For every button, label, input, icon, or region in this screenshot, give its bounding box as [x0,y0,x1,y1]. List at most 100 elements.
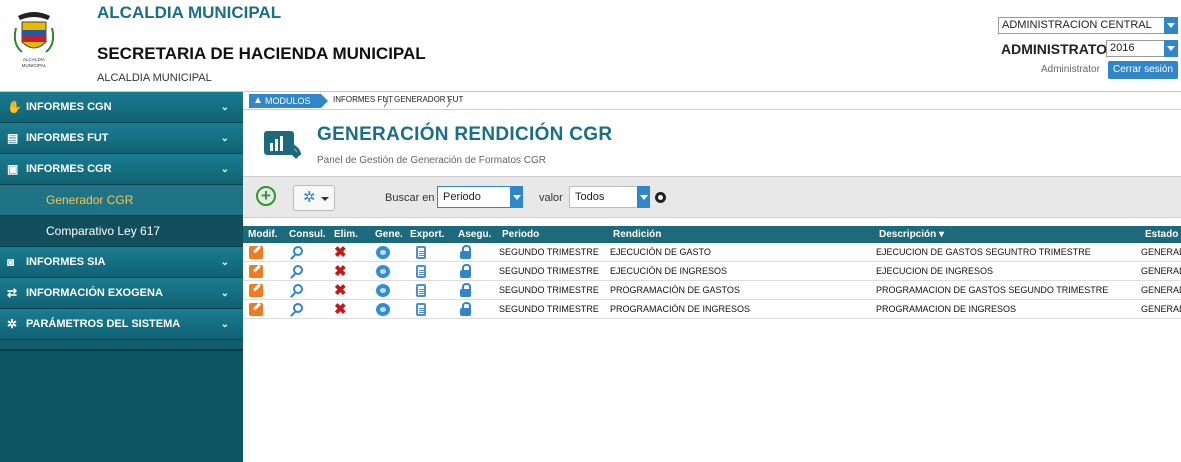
chevron-down-icon: ⌄ [220,164,229,175]
header-small-caption: ALCALDIA MUNICIPAL [97,72,212,84]
generate-icon[interactable] [376,265,390,278]
chevron-down-icon: ⌄ [220,257,229,268]
exchange-icon: ⇄ [7,286,18,300]
header-title: ALCALDIA MUNICIPAL [97,3,282,22]
col-export[interactable]: Export. [410,226,444,243]
export-icon[interactable] [416,284,426,297]
view-icon[interactable] [293,303,303,313]
search-go-icon[interactable] [655,192,666,203]
breadcrumb-separator-icon: 〉 [446,95,459,109]
logout-button[interactable]: Cerrar sesión [1108,61,1178,79]
col-modif[interactable]: Modif. [248,226,277,243]
cell-estado: GENERADO [1141,304,1181,314]
sidebar-item-informes-cgr[interactable]: ▣ INFORMES CGR ⌄ [0,154,243,185]
lock-icon[interactable] [460,283,471,297]
cell-estado: GENERADO [1141,285,1181,295]
table-row[interactable]: ✖ SEGUNDO TRIMESTRE EJECUCIÓN DE GASTO EJEC… [243,243,1181,262]
year-select-value: 2016 [1110,42,1135,54]
svg-text:ALCALDIA: ALCALDIA [23,57,46,62]
view-icon[interactable] [293,246,303,256]
gear-icon: ✲ [303,189,316,206]
cell-descripcion: PROGRAMACION DE INGRESOS [876,304,1017,314]
sidebar: ✋ INFORMES CGN ⌄ ▤ INFORMES FUT ⌄ ▣ INFO… [0,92,243,462]
sidebar-item-label: INFORMES CGR [26,163,112,175]
sidebar-item-label: INFORMES SIA [26,256,106,268]
sidebar-item-label: INFORMES FUT [26,132,109,144]
edit-icon[interactable] [249,303,263,316]
caret-down-icon [321,197,329,201]
search-field-value: Periodo [443,191,481,203]
sidebar-item-informes-cgn[interactable]: ✋ INFORMES CGN ⌄ [0,92,243,123]
value-select-value: Todos [575,191,605,203]
sidebar-item-informes-fut[interactable]: ▤ INFORMES FUT ⌄ [0,123,243,154]
cell-periodo: SEGUNDO TRIMESTRE [499,304,599,314]
search-field-select[interactable]: Periodo [437,186,523,208]
cell-rendicion: PROGRAMACIÓN DE GASTOS [610,285,740,295]
page-subtitle: Panel de Gestión de Generación de Format… [317,155,547,166]
settings-dropdown-button[interactable]: ✲ [293,185,335,211]
lock-icon[interactable] [460,245,471,259]
year-select[interactable]: 2016 [1106,40,1178,57]
cell-estado: GENERADO [1141,266,1181,276]
breadcrumb: ▲ MODULOS INFORMES FUT 〉 GENERADOR FUT 〉 [243,92,1181,110]
delete-icon[interactable]: ✖ [334,245,348,260]
sidebar-item-label: INFORMACIÓN EXOGENA [26,287,163,299]
col-gene[interactable]: Gene. [375,226,403,243]
lock-icon[interactable] [460,302,471,316]
lock-icon[interactable] [460,264,471,278]
view-icon[interactable] [293,265,303,275]
delete-icon[interactable]: ✖ [334,302,348,317]
cell-descripcion: EJECUCION DE GASTOS SEGUNTRO TRIMESTRE [876,247,1091,257]
generate-icon[interactable] [376,246,390,259]
col-elim[interactable]: Elim. [334,226,358,243]
col-descripcion[interactable]: Descripción ▾ [879,226,944,243]
sort-down-icon: ▾ [939,229,945,240]
view-icon[interactable] [293,284,303,294]
report-chart-icon [264,131,302,159]
edit-icon[interactable] [249,246,263,259]
table-row[interactable]: ✖ SEGUNDO TRIMESTRE EJECUCIÓN DE INGRESOS E… [243,262,1181,281]
sidebar-item-informes-sia[interactable]: ◙ INFORMES SIA ⌄ [0,247,243,278]
breadcrumb-label: MODULOS [265,96,311,106]
col-periodo[interactable]: Periodo [502,226,539,243]
breadcrumb-modulos[interactable]: ▲ MODULOS [249,94,328,108]
col-consul[interactable]: Consul. [289,226,326,243]
delete-icon[interactable]: ✖ [334,283,348,298]
sidebar-subitem-generador-cgr[interactable]: Generador CGR [0,185,243,216]
sidebar-item-informacion-exogena[interactable]: ⇄ INFORMACIÓN EXOGENA ⌄ [0,278,243,309]
home-icon: ▲ [253,95,263,106]
role-label: ADMINISTRATOR [1001,41,1118,57]
export-icon[interactable] [416,303,426,316]
cell-rendicion: PROGRAMACIÓN DE INGRESOS [610,304,751,314]
chevron-down-icon: ⌄ [220,319,229,330]
app-window: ALCALDIA MUNICIPAL ALCALDIA MUNICIPAL SE… [0,0,1181,462]
svg-text:MUNICIPAL: MUNICIPAL [22,63,47,68]
col-estado[interactable]: Estado [1145,226,1178,243]
export-icon[interactable] [416,246,426,259]
table-row[interactable]: ✖ SEGUNDO TRIMESTRE PROGRAMACIÓN DE INGRES… [243,300,1181,319]
delete-icon[interactable]: ✖ [334,264,348,279]
header-subtitle: SECRETARIA DE HACIENDA MUNICIPAL [97,44,426,63]
add-button[interactable]: + [256,186,276,206]
export-icon[interactable] [416,265,426,278]
coat-of-arms-logo: ALCALDIA MUNICIPAL [13,12,55,68]
cell-periodo: SEGUNDO TRIMESTRE [499,266,599,276]
col-rendicion[interactable]: Rendición [613,226,661,243]
chevron-down-icon [637,186,650,208]
cell-descripcion: PROGRAMACION DE GASTOS SEGUNDO TRIMESTRE [876,285,1109,295]
results-table: Modif. Consul. Elim. Gene. Export. Asegu… [243,226,1181,319]
sidebar-subitem-comparativo-ley-617[interactable]: Comparativo Ley 617 [0,216,243,247]
generate-icon[interactable] [376,303,390,316]
chevron-down-icon [510,186,523,208]
table-row[interactable]: ✖ SEGUNDO TRIMESTRE PROGRAMACIÓN DE GASTOS… [243,281,1181,300]
edit-icon[interactable] [249,284,263,297]
col-asegu[interactable]: Asegu. [458,226,491,243]
sidebar-item-parametros-del-sistema[interactable]: ✲ PARÁMETROS DEL SISTEMA ⌄ [0,309,243,340]
col-descripcion-label: Descripción [879,229,937,240]
sidebar-item-label: INFORMES CGN [26,101,112,113]
search-doc-icon: ◙ [7,255,15,269]
generate-icon[interactable] [376,284,390,297]
entity-select[interactable]: ADMINISTRACION CENTRAL [998,17,1178,34]
edit-icon[interactable] [249,265,263,278]
value-select[interactable]: Todos [569,186,650,208]
